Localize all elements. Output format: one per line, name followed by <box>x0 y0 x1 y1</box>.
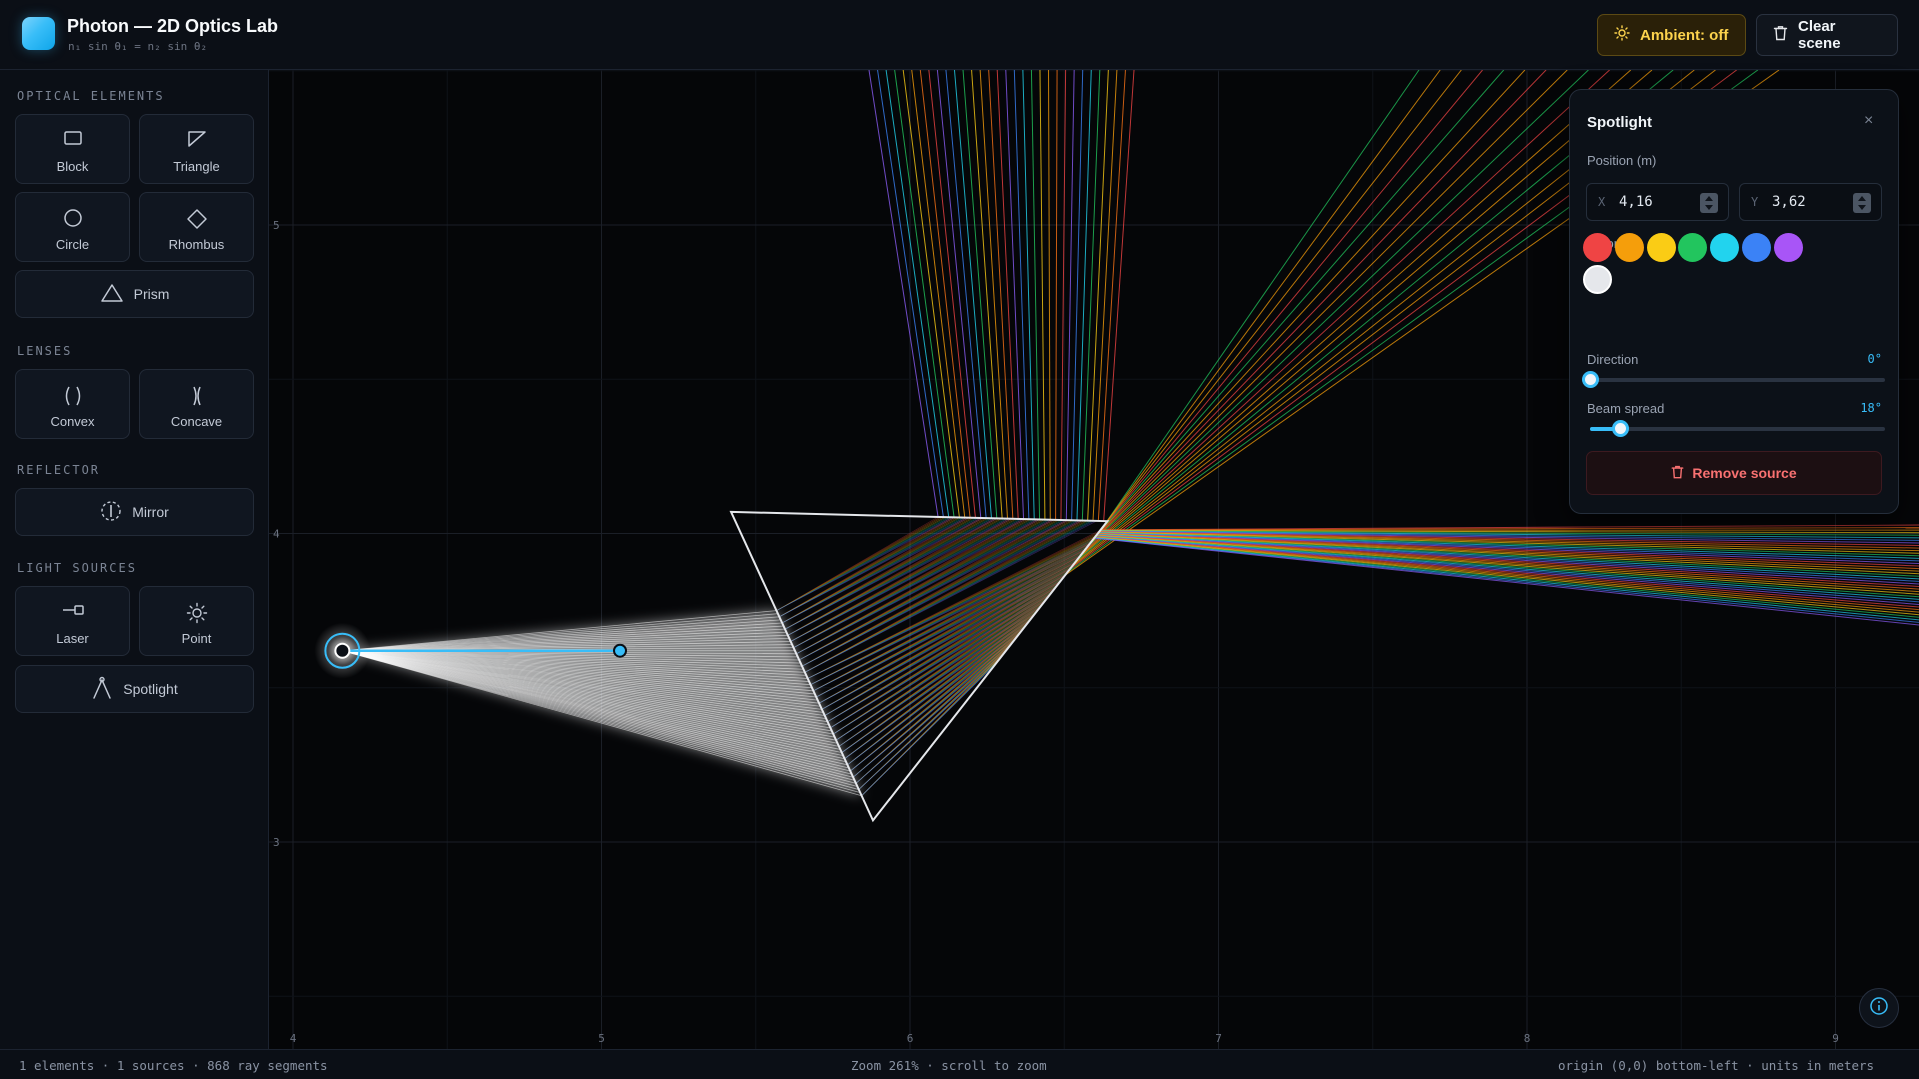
tool-concave[interactable]: Concave <box>139 369 254 439</box>
prism-icon <box>100 283 124 306</box>
coordinate-info: origin (0,0) bottom-left · units in mete… <box>1558 1058 1875 1073</box>
x-tick-label: 7 <box>1215 1032 1222 1045</box>
tool-sidebar: OPTICAL ELEMENTS Block Triangle Circle R… <box>0 70 269 1049</box>
y-value: 3,62 <box>1772 194 1806 210</box>
beam-spread-slider-thumb[interactable] <box>1611 420 1629 437</box>
app-logo <box>22 17 55 50</box>
x-stepper-icon[interactable] <box>1700 193 1718 213</box>
tool-spotlight-label: Spotlight <box>123 681 178 697</box>
x-tick-label: 9 <box>1832 1032 1839 1045</box>
beam-spread-label: Beam spread <box>1587 401 1665 416</box>
y-tick-label: 3 <box>273 836 280 849</box>
tool-convex-label: Convex <box>50 414 95 429</box>
direction-value: 0° <box>1867 352 1882 366</box>
info-button[interactable] <box>1859 988 1899 1028</box>
color-swatch[interactable] <box>1646 233 1676 262</box>
tool-laser-label: Laser <box>56 631 89 646</box>
inspector-panel: Spotlight × Position (m) X 4,16 Y 3,62 C… <box>1569 89 1899 514</box>
tool-spotlight[interactable]: Spotlight <box>15 665 254 713</box>
color-swatch[interactable] <box>1583 265 1612 294</box>
y-stepper-icon[interactable] <box>1853 193 1871 213</box>
color-swatch[interactable] <box>1583 233 1612 262</box>
tool-mirror[interactable]: Mirror <box>15 488 254 536</box>
tool-laser[interactable]: Laser <box>15 586 130 656</box>
remove-source-button[interactable]: Remove source <box>1586 451 1882 495</box>
direction-slider-thumb[interactable] <box>1582 371 1599 388</box>
zoom-status: Zoom 261% · scroll to zoom <box>851 1058 1047 1073</box>
circle-icon <box>16 208 129 228</box>
ambient-label: Ambient: off <box>1640 26 1729 44</box>
x-tick-label: 6 <box>907 1032 914 1045</box>
position-label: Position (m) <box>1587 153 1657 168</box>
tool-point-label: Point <box>181 631 212 646</box>
y-axis-label: Y <box>1751 195 1759 209</box>
scene-stats: 1 elements · 1 sources · 868 ray segment… <box>19 1058 328 1073</box>
x-tick-label: 4 <box>290 1032 297 1045</box>
beam-spread-value: 18° <box>1860 401 1882 415</box>
x-value: 4,16 <box>1619 194 1653 210</box>
color-swatch[interactable] <box>1614 233 1644 262</box>
status-bar: 1 elements · 1 sources · 868 ray segment… <box>0 1049 1919 1079</box>
beam-spread-slider[interactable] <box>1590 420 1885 437</box>
direction-label: Direction <box>1587 352 1639 367</box>
convex-lens-icon <box>16 385 129 407</box>
x-tick-label: 5 <box>598 1032 605 1045</box>
tool-block-label: Block <box>56 159 89 174</box>
rectangle-icon <box>16 130 129 146</box>
x-axis-label: X <box>1598 195 1606 209</box>
tool-mirror-label: Mirror <box>132 504 169 520</box>
tool-rhombus[interactable]: Rhombus <box>139 192 254 262</box>
position-y-input[interactable]: Y 3,62 <box>1739 183 1882 221</box>
trash-icon <box>1671 465 1684 482</box>
point-light-icon <box>140 602 253 624</box>
tool-circle[interactable]: Circle <box>15 192 130 262</box>
snell-law-subtitle: n₁ sin θ₁ = n₂ sin θ₂ <box>68 40 208 53</box>
right-triangle-icon <box>140 130 253 148</box>
color-swatch[interactable] <box>1678 233 1708 262</box>
y-tick-label: 4 <box>273 528 280 541</box>
section-title-sources: LIGHT SOURCES <box>17 561 137 575</box>
remove-source-label: Remove source <box>1692 465 1797 481</box>
clear-scene-button[interactable]: Clear scene <box>1756 14 1898 56</box>
spotlight-icon <box>91 676 113 703</box>
color-swatch[interactable] <box>1710 233 1740 262</box>
tool-triangle[interactable]: Triangle <box>139 114 254 184</box>
tool-prism-label: Prism <box>133 286 170 302</box>
close-icon[interactable]: × <box>1864 112 1873 130</box>
tool-triangle-label: Triangle <box>173 159 220 174</box>
position-x-input[interactable]: X 4,16 <box>1586 183 1729 221</box>
tool-prism[interactable]: Prism <box>15 270 254 318</box>
sun-icon <box>1614 25 1630 45</box>
concave-lens-icon <box>140 385 253 407</box>
x-tick-label: 8 <box>1524 1032 1531 1045</box>
direction-slider[interactable] <box>1582 371 1885 388</box>
app-header: Photon — 2D Optics Lab n₁ sin θ₁ = n₂ si… <box>0 0 1919 70</box>
tool-circle-label: Circle <box>55 237 90 252</box>
section-title-lenses: LENSES <box>17 344 73 358</box>
y-tick-label: 5 <box>273 219 280 232</box>
inspector-title: Spotlight <box>1587 114 1652 131</box>
direction-handle[interactable] <box>613 643 628 658</box>
trash-icon <box>1773 25 1788 45</box>
source-center <box>334 642 351 659</box>
laser-icon <box>16 602 129 618</box>
tool-convex[interactable]: Convex <box>15 369 130 439</box>
section-title-reflector: REFLECTOR <box>17 463 101 477</box>
app-title: Photon — 2D Optics Lab <box>67 16 279 36</box>
clear-scene-label: Clear scene <box>1798 18 1841 52</box>
rhombus-icon <box>140 208 253 230</box>
tool-rhombus-label: Rhombus <box>168 237 225 252</box>
color-swatch[interactable] <box>1742 233 1771 262</box>
tool-concave-label: Concave <box>170 414 223 429</box>
tool-block[interactable]: Block <box>15 114 130 184</box>
color-swatch[interactable] <box>1773 233 1803 262</box>
tool-point[interactable]: Point <box>139 586 254 656</box>
info-icon <box>1869 996 1889 1021</box>
section-title-optical: OPTICAL ELEMENTS <box>17 89 165 103</box>
mirror-icon <box>100 500 122 525</box>
ambient-toggle-button[interactable]: Ambient: off <box>1597 14 1746 56</box>
